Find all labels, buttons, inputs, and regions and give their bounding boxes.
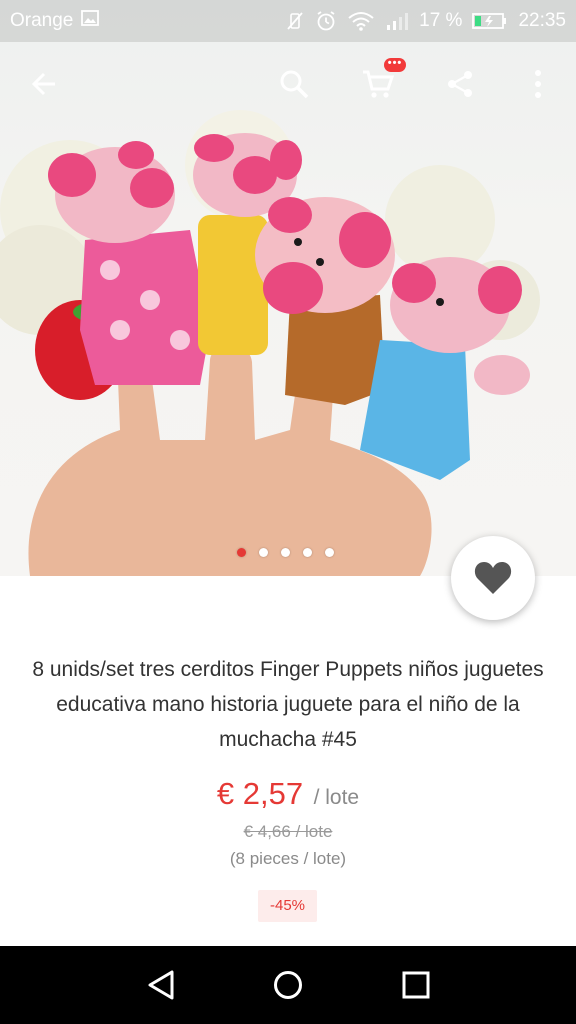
carrier-label: Orange	[10, 10, 74, 31]
favorite-button[interactable]	[451, 536, 535, 620]
original-price: € 4,66 / lote	[243, 822, 333, 841]
clock: 22:35	[518, 10, 566, 31]
app-toolbar: •••	[0, 52, 576, 116]
nav-recents-button[interactable]	[366, 946, 466, 1024]
price-row: € 2,57 / lote	[0, 776, 576, 812]
cart-button[interactable]: •••	[346, 52, 410, 116]
image-icon	[81, 9, 100, 33]
nav-home-button[interactable]	[238, 946, 338, 1024]
battery-percent: 17 %	[419, 10, 463, 31]
pieces-per-lot: (8 pieces / lote)	[229, 849, 347, 868]
more-vert-icon	[535, 70, 541, 98]
back-button[interactable]	[12, 52, 76, 116]
status-bar: Orange 17 % 22:35	[0, 0, 576, 42]
share-button[interactable]	[428, 52, 492, 116]
back-triangle-icon	[148, 970, 174, 1000]
carousel-indicator	[237, 548, 334, 557]
wifi-icon	[347, 11, 375, 31]
carousel-dot[interactable]	[281, 548, 290, 557]
system-nav-bar	[0, 946, 576, 1024]
recents-square-icon	[402, 971, 430, 999]
search-button[interactable]	[262, 52, 326, 116]
nav-back-button[interactable]	[111, 946, 211, 1024]
carousel-dot[interactable]	[303, 548, 312, 557]
share-icon	[448, 71, 472, 97]
discount-badge: -45%	[258, 890, 317, 922]
back-arrow-icon	[31, 72, 55, 96]
price-unit: / lote	[313, 786, 360, 809]
battery-icon	[472, 11, 508, 31]
cart-badge: •••	[384, 58, 406, 72]
search-icon	[280, 70, 309, 99]
carousel-dot[interactable]	[259, 548, 268, 557]
signal-icon	[385, 11, 409, 31]
alarm-icon	[315, 10, 337, 32]
carousel-dot[interactable]	[325, 548, 334, 557]
product-detail-screen: Orange 17 % 22:35 ••• 8 unids/set tres c…	[0, 0, 576, 1024]
product-title: 8 unids/set tres cerditos Finger Puppets…	[32, 658, 544, 751]
current-price: € 2,57	[216, 776, 304, 811]
home-circle-icon	[274, 971, 302, 999]
cart-icon	[363, 70, 395, 98]
no-vibrate-icon	[285, 11, 305, 31]
more-options-button[interactable]	[506, 52, 570, 116]
heart-icon	[474, 562, 512, 594]
carousel-dot[interactable]	[237, 548, 246, 557]
